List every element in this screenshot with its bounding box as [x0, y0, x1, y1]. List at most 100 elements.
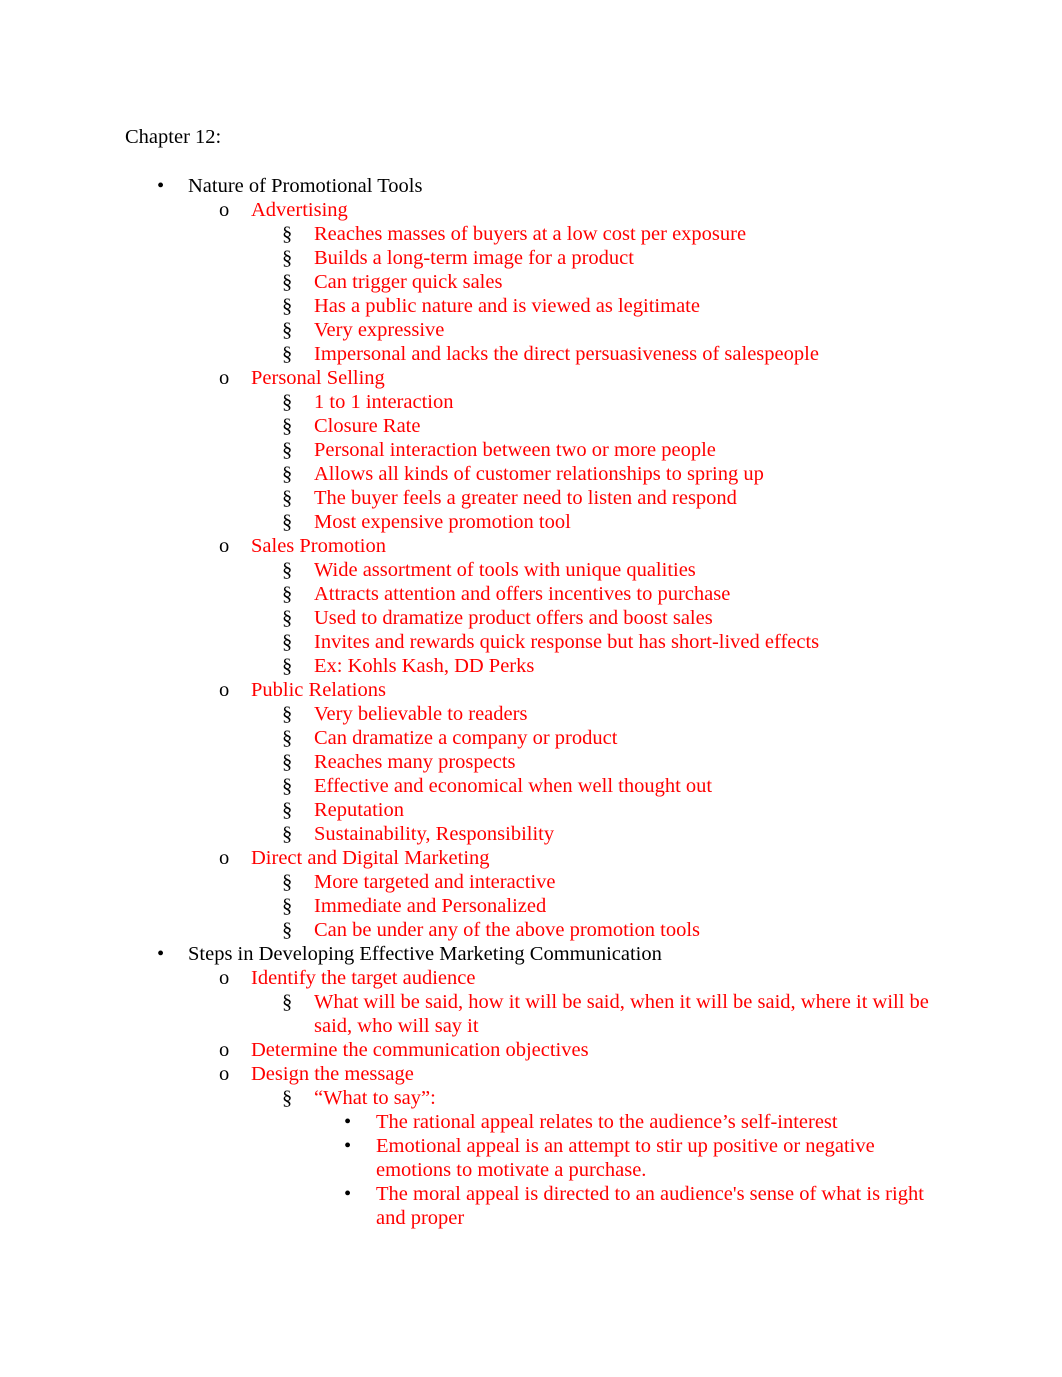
subpoint-item: • The rational appeal relates to the audi…: [0, 1110, 1062, 1134]
point-item: § 1 to 1 interaction: [0, 390, 1062, 414]
level2-bullet-icon: o: [219, 367, 230, 389]
level3-bullet-icon: §: [282, 655, 293, 677]
level3-bullet-icon: §: [282, 583, 293, 605]
section-heading: • Nature of Promotional Tools: [0, 174, 1062, 198]
point-item-text: Reaches masses of buyers at a low cost p…: [314, 223, 747, 245]
topic-item-text: Direct and Digital Marketing: [251, 847, 490, 869]
point-item-text: 1 to 1 interaction: [314, 391, 454, 413]
point-item: § Reaches masses of buyers at a low cost …: [0, 222, 1062, 246]
point-item: § Builds a long-term image for a product: [0, 246, 1062, 270]
topic-item-text: Public Relations: [251, 679, 386, 701]
level2-bullet-icon: o: [219, 535, 230, 557]
level3-bullet-icon: §: [282, 823, 293, 845]
level2-bullet-icon: o: [219, 967, 230, 989]
level2-bullet-icon: o: [219, 1039, 230, 1061]
topic-item: o Determine the communication objectives: [0, 1038, 1062, 1062]
point-item: § Can be under any of the above promotion…: [0, 918, 1062, 942]
point-item-text: Attracts attention and offers incentives…: [314, 583, 731, 605]
level2-bullet-icon: o: [219, 679, 230, 701]
topic-item: o Public Relations: [0, 678, 1062, 702]
topic-item-text: Determine the communication objectives: [251, 1039, 589, 1061]
level2-bullet-icon: o: [219, 1063, 230, 1085]
subpoint-item-text: The rational appeal relates to the audie…: [376, 1111, 838, 1133]
point-item: § Sustainability, Responsibility: [0, 822, 1062, 846]
level1-bullet-icon: •: [157, 943, 165, 965]
section-heading-text: Nature of Promotional Tools: [188, 175, 423, 197]
point-item: § Can trigger quick sales: [0, 270, 1062, 294]
document-page: Chapter 12: • Nature of Promotional Tools…: [0, 0, 1062, 1377]
level3-bullet-icon: §: [282, 895, 293, 917]
topic-item: o Identify the target audience: [0, 966, 1062, 990]
point-item: § Can dramatize a company or product: [0, 726, 1062, 750]
point-item: § Used to dramatize product offers and bo…: [0, 606, 1062, 630]
point-item-text: Most expensive promotion tool: [314, 511, 571, 533]
point-item: § Reputation: [0, 798, 1062, 822]
level3-bullet-icon: §: [282, 487, 293, 509]
point-item: § Impersonal and lacks the direct persuas…: [0, 342, 1062, 366]
point-item: § Very believable to readers: [0, 702, 1062, 726]
point-item-text: Can dramatize a company or product: [314, 727, 618, 749]
level3-bullet-icon: §: [282, 703, 293, 725]
level3-bullet-icon: §: [282, 391, 293, 413]
subpoint-item-text: Emotional appeal is an attempt to stir u…: [376, 1135, 875, 1181]
level3-bullet-icon: §: [282, 991, 293, 1013]
point-item: § Immediate and Personalized: [0, 894, 1062, 918]
point-item-text: More targeted and interactive: [314, 871, 556, 893]
point-item-text: Wide assortment of tools with unique qua…: [314, 559, 696, 581]
level3-bullet-icon: §: [282, 439, 293, 461]
point-item-text: Personal interaction between two or more…: [314, 439, 716, 461]
level3-bullet-icon: §: [282, 559, 293, 581]
subpoint-item: • Emotional appeal is an attempt to stir …: [0, 1134, 1062, 1182]
level3-bullet-icon: §: [282, 247, 293, 269]
level1-bullet-icon: •: [157, 175, 165, 197]
point-item: § The buyer feels a greater need to liste…: [0, 486, 1062, 510]
level4-bullet-icon: •: [344, 1111, 352, 1133]
level3-bullet-icon: §: [282, 871, 293, 893]
level4-bullet-icon: •: [344, 1183, 352, 1205]
point-item-text: Has a public nature and is viewed as leg…: [314, 295, 700, 317]
chapter-title: Chapter 12:: [125, 126, 222, 148]
point-item: § More targeted and interactive: [0, 870, 1062, 894]
level3-bullet-icon: §: [282, 751, 293, 773]
point-item: § Effective and economical when well thou…: [0, 774, 1062, 798]
point-item: § Closure Rate: [0, 414, 1062, 438]
subtopic-heading-text: “What to say”:: [314, 1087, 436, 1109]
point-item-text: Reputation: [314, 799, 404, 821]
level2-bullet-icon: o: [219, 847, 230, 869]
point-item: § Attracts attention and offers incentive…: [0, 582, 1062, 606]
level3-bullet-icon: §: [282, 607, 293, 629]
point-item: § Very expressive: [0, 318, 1062, 342]
level3-bullet-icon: §: [282, 1087, 293, 1109]
point-item-text: Allows all kinds of customer relationshi…: [314, 463, 764, 485]
point-item-text: Very expressive: [314, 319, 445, 341]
level3-bullet-icon: §: [282, 343, 293, 365]
point-item: § Reaches many prospects: [0, 750, 1062, 774]
point-item: § Invites and rewards quick response but …: [0, 630, 1062, 654]
point-item-text: Reaches many prospects: [314, 751, 516, 773]
level3-bullet-icon: §: [282, 295, 293, 317]
topic-item: o Direct and Digital Marketing: [0, 846, 1062, 870]
point-item-text: Used to dramatize product offers and boo…: [314, 607, 713, 629]
subtopic-heading: § “What to say”:: [0, 1086, 1062, 1110]
topic-item: o Design the message: [0, 1062, 1062, 1086]
subpoint-item: • The moral appeal is directed to an audi…: [0, 1182, 1062, 1230]
point-item-text: Immediate and Personalized: [314, 895, 547, 917]
point-item-text: Can trigger quick sales: [314, 271, 503, 293]
level3-bullet-icon: §: [282, 919, 293, 941]
point-item-text: Can be under any of the above promotion …: [314, 919, 700, 941]
topic-item-text: Design the message: [251, 1063, 414, 1085]
point-item: § Wide assortment of tools with unique qu…: [0, 558, 1062, 582]
point-item-text: Effective and economical when well thoug…: [314, 775, 713, 797]
level3-bullet-icon: §: [282, 319, 293, 341]
topic-item-text: Personal Selling: [251, 367, 385, 389]
point-item-text: Impersonal and lacks the direct persuasi…: [314, 343, 819, 365]
point-item-text: Invites and rewards quick response but h…: [314, 631, 820, 653]
level2-bullet-icon: o: [219, 199, 230, 221]
point-item-text: Sustainability, Responsibility: [314, 823, 555, 845]
point-item-text: The buyer feels a greater need to listen…: [314, 487, 737, 509]
level3-bullet-icon: §: [282, 463, 293, 485]
topic-item: o Personal Selling: [0, 366, 1062, 390]
point-item-text: Ex: Kohls Kash, DD Perks: [314, 655, 535, 677]
topic-item-text: Sales Promotion: [251, 535, 386, 557]
point-item: § Has a public nature and is viewed as le…: [0, 294, 1062, 318]
